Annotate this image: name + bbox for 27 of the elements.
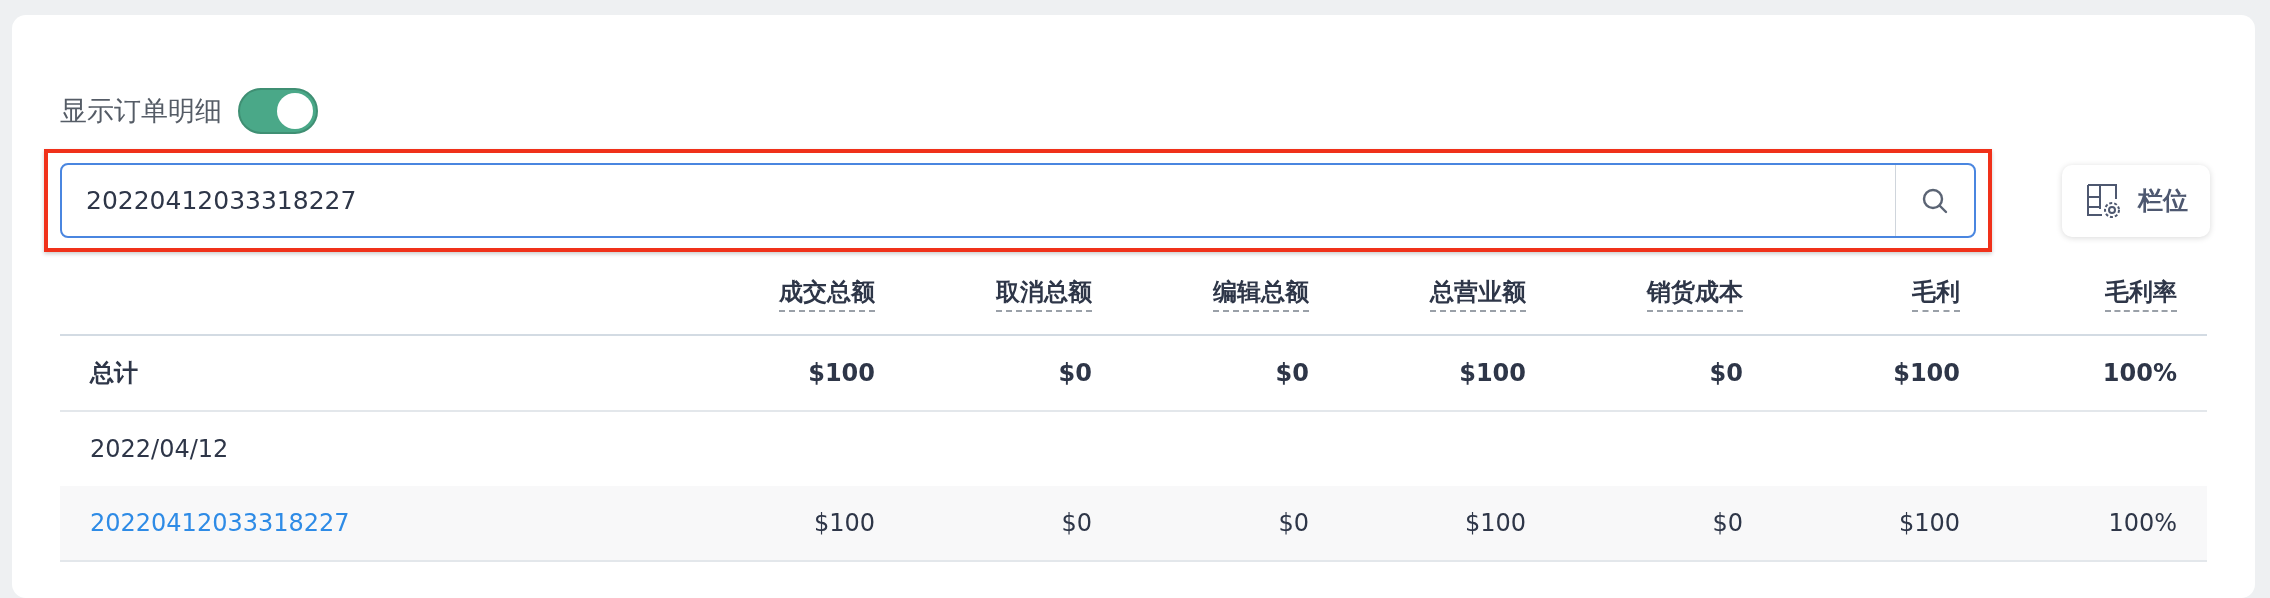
toggle-switch[interactable] xyxy=(238,88,318,134)
column-header: 成交总额 xyxy=(779,276,875,312)
table-cell: $0 xyxy=(1278,509,1309,537)
total-cell: $0 xyxy=(1709,359,1743,387)
total-cell-text: 100% xyxy=(2102,359,2178,387)
search-icon xyxy=(1921,186,1949,215)
column-header: 总营业额 xyxy=(1430,276,1526,312)
table-cell-text: 100% xyxy=(2108,509,2178,537)
columns-button[interactable]: 栏位 xyxy=(2062,164,2210,237)
table-cell: $0 xyxy=(1712,509,1743,537)
total-label: 总计 xyxy=(88,358,139,389)
total-cell: $100 xyxy=(1893,359,1960,387)
total-cell: $0 xyxy=(1058,359,1092,387)
date-label: 2022/04/12 xyxy=(89,435,230,463)
table-cell: $0 xyxy=(1061,509,1092,537)
table-cell: $100 xyxy=(1898,509,1960,537)
table-cell: $100 xyxy=(813,509,875,537)
column-header: 毛利率 xyxy=(2105,276,2177,312)
table-cell: $100 xyxy=(1464,509,1526,537)
column-header: 销货成本 xyxy=(1647,276,1743,312)
total-cell: $100 xyxy=(808,359,875,387)
column-header: 毛利 xyxy=(1912,276,1960,312)
toggle-label: 显示订单明细 xyxy=(60,94,222,128)
column-header: 编辑总额 xyxy=(1213,276,1309,312)
total-cell: $100 xyxy=(1459,359,1526,387)
column-header: 取消总额 xyxy=(996,276,1092,312)
total-cell: $0 xyxy=(1275,359,1309,387)
